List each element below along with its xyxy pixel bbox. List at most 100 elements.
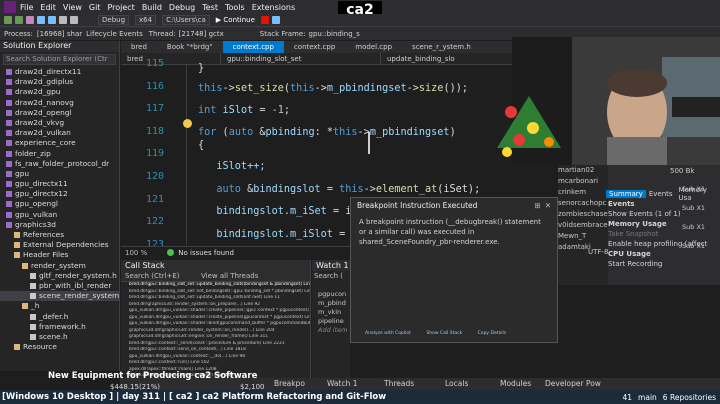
- show-call-stack-link[interactable]: Show Call Stack: [426, 331, 462, 336]
- watch-item[interactable]: m_vkin: [312, 308, 350, 317]
- solution-item[interactable]: render_system: [0, 261, 119, 271]
- solution-item[interactable]: External Dependencies: [0, 240, 119, 250]
- tab-developer-powershell[interactable]: Developer Pow: [545, 379, 601, 388]
- solution-item[interactable]: gpu_opengl: [0, 199, 119, 209]
- solution-item[interactable]: draw2d_vulkan: [0, 128, 119, 138]
- platform-dropdown[interactable]: x64: [135, 15, 157, 25]
- solution-item[interactable]: draw2d_nanovg: [0, 98, 119, 108]
- solution-item[interactable]: experience_core: [0, 138, 119, 148]
- back-icon[interactable]: [4, 16, 12, 24]
- watch-add-item-hint[interactable]: Add item to w: [312, 326, 350, 335]
- menu-project[interactable]: Project: [107, 3, 134, 12]
- solution-item[interactable]: Resource: [0, 342, 119, 352]
- solution-item[interactable]: draw2d_gpu: [0, 87, 119, 97]
- close-icon[interactable]: ✕: [545, 201, 551, 210]
- solution-item[interactable]: draw2d_vkvg: [0, 118, 119, 128]
- menu-extensions[interactable]: Extensions: [252, 3, 295, 12]
- code-line[interactable]: iSlot++;: [198, 161, 265, 172]
- watch-item[interactable]: pipeline: [312, 317, 350, 326]
- process-dropdown[interactable]: [16968] shar: [37, 30, 82, 38]
- save-icon[interactable]: [37, 16, 45, 24]
- solution-item[interactable]: References: [0, 230, 119, 240]
- nav-function-dropdown[interactable]: gpu::binding_slot_set: [221, 52, 381, 65]
- solution-item[interactable]: gpu: [0, 169, 119, 179]
- forward-icon[interactable]: [15, 16, 23, 24]
- nav-member-dropdown[interactable]: update_binding_slo: [381, 52, 531, 65]
- startup-path-dropdown[interactable]: C:\Users\ca: [162, 15, 210, 25]
- tab-book[interactable]: Book "*brdg": [157, 41, 223, 53]
- solution-item[interactable]: draw2d_gdiplus: [0, 77, 119, 87]
- code-line[interactable]: int iSlot = -1;: [198, 105, 290, 116]
- code-line[interactable]: {: [198, 140, 204, 151]
- watch-item[interactable]: pgpucon: [312, 290, 350, 299]
- solution-item[interactable]: graphics3d: [0, 220, 119, 230]
- code-line[interactable]: }: [198, 63, 204, 74]
- menu-test[interactable]: Test: [202, 3, 218, 12]
- git-repositories[interactable]: 6 Repositories: [663, 393, 716, 402]
- undo-icon[interactable]: [59, 16, 67, 24]
- restart-icon[interactable]: [271, 16, 280, 24]
- solution-item[interactable]: gltf_render_system.h: [0, 271, 119, 281]
- call-stack-frame[interactable]: bred.dll!gpu::binding_slot_set::update_b…: [121, 282, 310, 289]
- solution-item[interactable]: scene.h: [0, 332, 119, 342]
- pin-icon[interactable]: ⊞: [534, 201, 540, 210]
- tab-events[interactable]: Events: [646, 190, 676, 198]
- watch-item[interactable]: m_pbind: [312, 299, 350, 308]
- solution-item[interactable]: _defer.h: [0, 312, 119, 322]
- solution-item[interactable]: pbr_with_ibl_render: [0, 281, 119, 291]
- solution-item[interactable]: folder_zip: [0, 149, 119, 159]
- menu-edit[interactable]: Edit: [40, 3, 56, 12]
- thread-dropdown[interactable]: [21748] gctx: [179, 30, 224, 38]
- watch-search-input[interactable]: Search (: [312, 271, 350, 282]
- menu-debug[interactable]: Debug: [169, 3, 195, 12]
- solution-item[interactable]: gpu_directx12: [0, 189, 119, 199]
- code-line[interactable]: bindingslot.m_iSet = iSe: [198, 206, 363, 217]
- tab-breakpoints[interactable]: Breakpo: [274, 379, 305, 388]
- tab-scene-render-system[interactable]: scene_r_ystem.h: [402, 41, 481, 53]
- view-all-threads-button[interactable]: View all Threads: [201, 271, 258, 282]
- lifecycle-events-button[interactable]: Lifecycle Events: [86, 30, 143, 38]
- menu-git[interactable]: Git: [89, 3, 101, 12]
- git-branch[interactable]: main: [638, 393, 657, 402]
- solution-item[interactable]: Header Files: [0, 250, 119, 260]
- menu-build[interactable]: Build: [142, 3, 162, 12]
- tab-watch[interactable]: Watch 1: [327, 379, 358, 388]
- analyze-with-copilot-link[interactable]: Analyze with Copilot: [365, 331, 411, 336]
- issues-status[interactable]: No issues found: [178, 249, 234, 257]
- zoom-level[interactable]: 100 %: [125, 249, 147, 257]
- solution-item[interactable]: draw2d_directx11: [0, 67, 119, 77]
- solution-item[interactable]: scene_render_system: [0, 291, 119, 302]
- tab-modules[interactable]: Modules: [500, 379, 531, 388]
- error-count[interactable]: 41: [623, 393, 633, 402]
- copy-details-link[interactable]: Copy Details: [478, 331, 506, 336]
- stack-frame-dropdown[interactable]: gpu::binding_s: [309, 30, 360, 38]
- code-line[interactable]: bindingslot.m_iSlot = iSl: [198, 229, 369, 240]
- start-recording-button[interactable]: Start Recording: [606, 260, 720, 270]
- redo-icon[interactable]: [70, 16, 78, 24]
- code-line[interactable]: for (auto &pbinding: *this->m_pbindingse…: [198, 127, 456, 138]
- call-stack-frame[interactable]: gpu_vulkan.dll!gpu_vulkan::shader::bind(…: [121, 321, 310, 328]
- tab-context-cpp-active[interactable]: context.cpp: [222, 41, 284, 53]
- tab-model-cpp[interactable]: model.cpp: [345, 41, 402, 53]
- code-line[interactable]: this->set_size(this->m_pbindingset->size…: [198, 83, 468, 94]
- encoding-label[interactable]: UTF-8: [588, 248, 608, 256]
- stop-icon[interactable]: [260, 16, 269, 24]
- save-all-icon[interactable]: [48, 16, 56, 24]
- solution-item[interactable]: fs_raw_folder_protocol_dr: [0, 159, 119, 169]
- menu-file[interactable]: File: [20, 3, 33, 12]
- call-stack-search-input[interactable]: Search (Ctrl+E): [125, 271, 201, 282]
- tab-summary[interactable]: Summary: [606, 189, 646, 198]
- tab-context-cpp[interactable]: context.cpp: [284, 41, 345, 53]
- menu-view[interactable]: View: [63, 3, 82, 12]
- tab-bred[interactable]: bred: [121, 41, 157, 53]
- code-line[interactable]: auto &bindingslot = this->element_at(iSe…: [198, 184, 480, 195]
- new-item-icon[interactable]: [26, 16, 34, 24]
- continue-button[interactable]: ▶ Continue: [216, 16, 255, 24]
- solution-search-input[interactable]: Search Solution Explorer (Ctr: [3, 54, 116, 65]
- solution-item[interactable]: draw2d_opengl: [0, 108, 119, 118]
- tab-locals[interactable]: Locals: [445, 379, 468, 388]
- solution-item[interactable]: _h: [0, 301, 119, 311]
- solution-item[interactable]: framework.h: [0, 322, 119, 332]
- config-dropdown[interactable]: Debug: [98, 15, 130, 25]
- solution-item[interactable]: gpu_vulkan: [0, 210, 119, 220]
